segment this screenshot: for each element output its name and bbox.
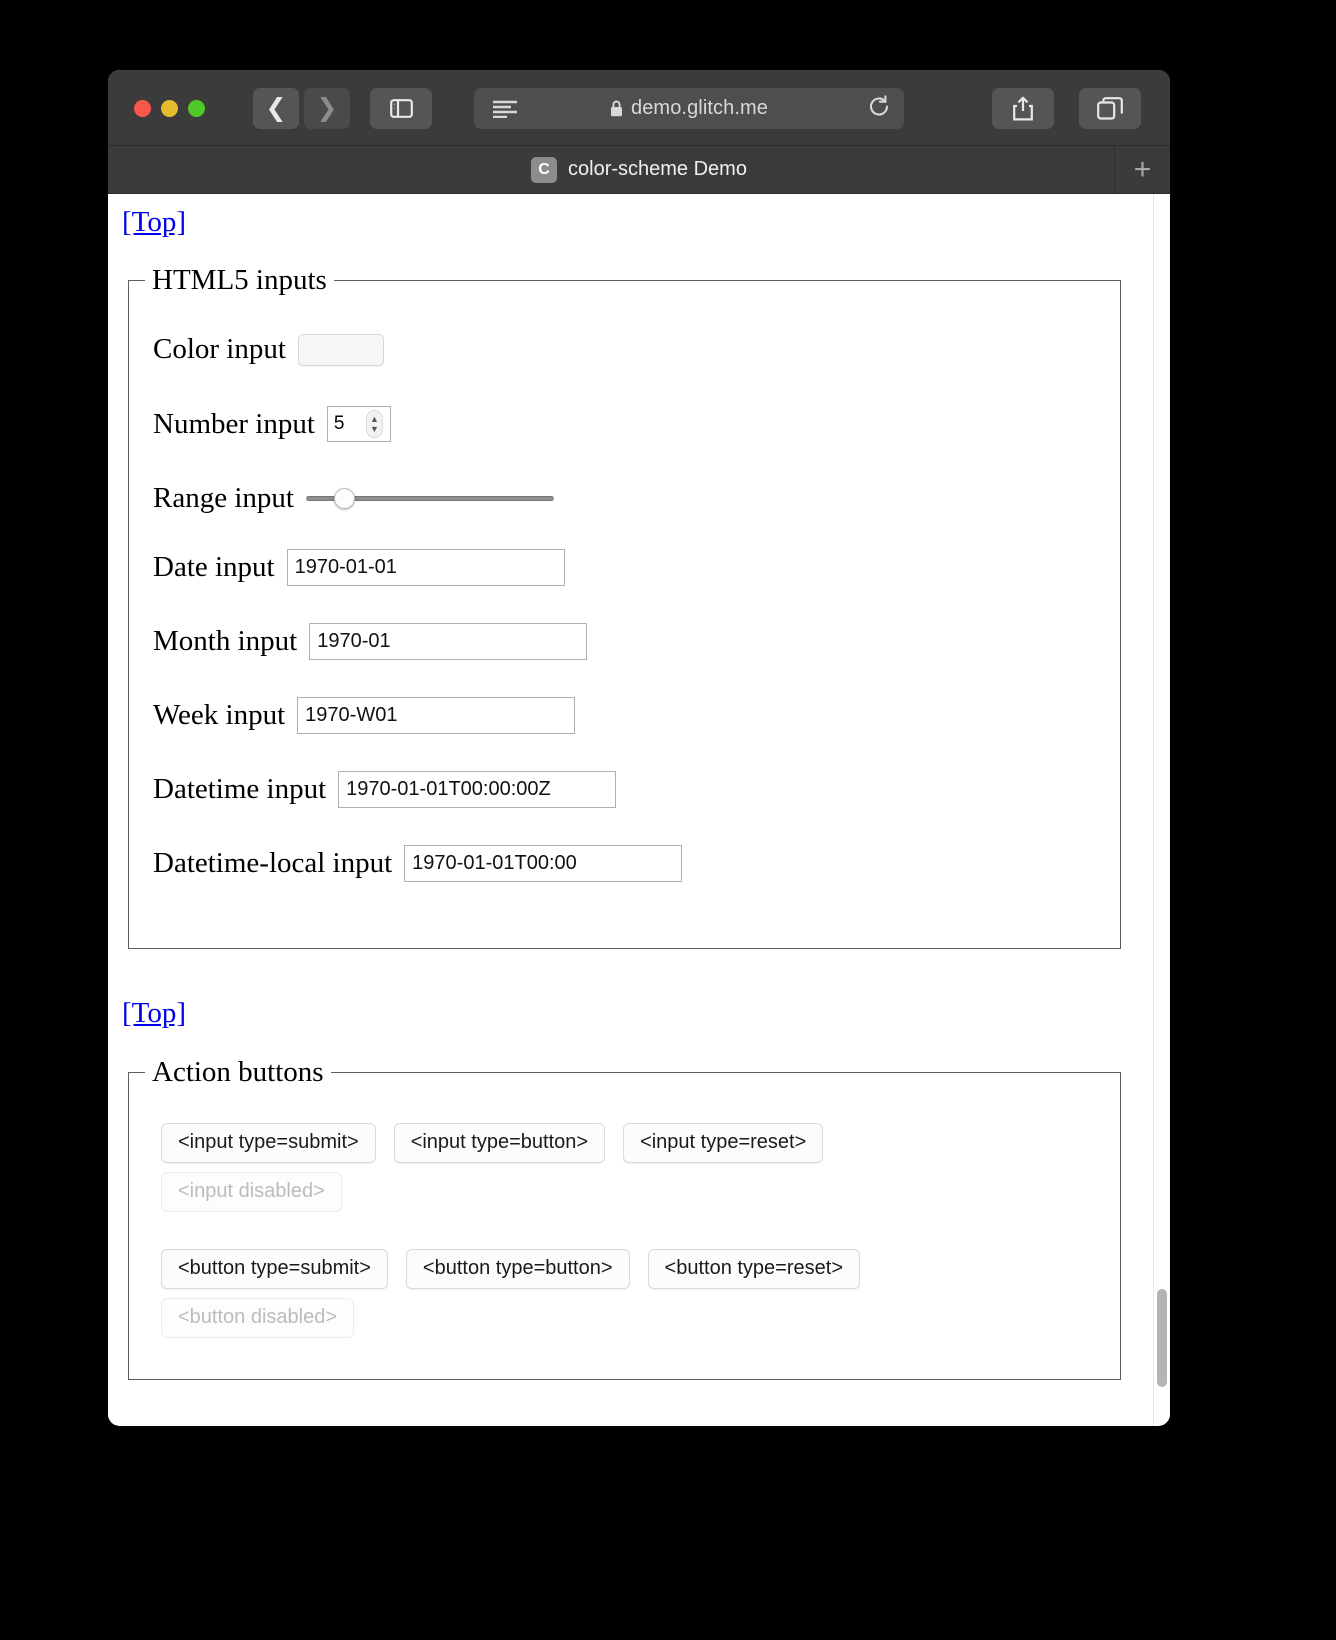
datetime-input[interactable]: 1970-01-01T00:00:00Z [338,771,617,808]
date-input-value: 1970-01-01 [294,556,397,578]
number-input-value: 5 [333,413,345,434]
sidebar-toggle-icon [389,99,413,118]
reader-view-icon [493,100,517,118]
label-number-input: Number input [153,407,315,440]
fieldset-html5-inputs: HTML5 inputs Color input Number input 5 … [128,264,1121,949]
date-input[interactable]: 1970-01-01 [286,549,565,586]
page-viewport: [Top] HTML5 inputs Color input Number in… [108,194,1170,1425]
color-input[interactable] [297,333,384,366]
input-disabled-button: <input disabled> [161,1172,342,1212]
range-thumb[interactable] [333,488,355,509]
share-icon [1013,96,1033,121]
input-reset-button[interactable]: <input type=reset> [623,1123,824,1163]
page-scrollbar-thumb[interactable] [1157,1289,1167,1387]
button-disabled-button: <button disabled> [161,1298,355,1338]
browser-toolbar: ❮ ❯ demo.glitch.me [108,70,1170,146]
label-datetime-local-input: Datetime-local input [153,847,393,879]
maximize-window-button[interactable] [188,100,205,117]
number-stepper[interactable]: ▲ ▼ [365,410,383,438]
row-date-input: Date input 1970-01-01 [153,549,1120,586]
tab-title: color-scheme Demo [568,158,747,180]
row-week-input: Week input 1970-W01 [153,697,1120,734]
button-button-button[interactable]: <button type=button> [405,1249,630,1289]
range-input[interactable] [305,488,554,510]
address-bar[interactable]: demo.glitch.me [474,88,904,129]
label-range-input: Range input [153,482,294,514]
top-anchor-link-2[interactable]: [Top] [122,997,186,1030]
datetime-local-input-value: 1970-01-01T00:00 [412,852,577,874]
label-datetime-input: Datetime input [153,773,327,805]
browser-window: ❮ ❯ demo.glitch.me C color-scheme Demo +… [108,70,1170,1426]
new-tab-button[interactable]: + [1114,146,1170,193]
tab-color-scheme-demo[interactable]: C color-scheme Demo [531,156,747,183]
number-input[interactable]: 5 ▲ ▼ [326,406,391,442]
address-bar-url: demo.glitch.me [630,97,768,119]
reload-button[interactable] [868,94,890,122]
button-disabled-row: <button disabled> [161,1298,1120,1338]
input-button-button[interactable]: <input type=button> [393,1123,606,1163]
chevron-left-icon: ❮ [265,94,287,122]
address-bar-text: demo.glitch.me [610,97,768,120]
input-disabled-row: <input disabled> [161,1172,1120,1212]
lock-icon [610,100,622,117]
page-content: [Top] HTML5 inputs Color input Number in… [108,194,1153,1425]
fieldset-legend-html5-inputs: HTML5 inputs [152,264,327,296]
label-month-input: Month input [153,625,298,657]
row-datetime-input: Datetime input 1970-01-01T00:00:00Z [153,771,1120,808]
stepper-up-icon: ▲ [369,414,379,424]
input-buttons-row: <input type=submit> <input type=button> … [161,1123,1120,1163]
favicon: C [531,156,558,183]
row-datetime-local-input: Datetime-local input 1970-01-01T00:00 [153,845,1120,882]
share-button[interactable] [992,88,1054,129]
row-month-input: Month input 1970-01 [153,623,1120,660]
sidebar-toggle-button[interactable] [370,88,432,129]
minimize-window-button[interactable] [161,100,178,117]
fieldset-action-buttons: Action buttons <input type=submit> <inpu… [128,1056,1121,1380]
stepper-down-icon: ▼ [369,424,379,434]
plus-icon: + [1133,152,1152,186]
reader-view-button[interactable] [483,88,527,129]
week-input[interactable]: 1970-W01 [297,697,576,734]
month-input-value: 1970-01 [317,630,391,652]
close-window-button[interactable] [134,100,151,117]
label-color-input: Color input [153,333,286,365]
button-reset-button[interactable]: <button type=reset> [647,1249,860,1289]
fieldset-legend-action-buttons: Action buttons [152,1056,324,1088]
datetime-local-input[interactable]: 1970-01-01T00:00 [404,845,683,882]
month-input[interactable]: 1970-01 [309,623,588,660]
row-number-input: Number input 5 ▲ ▼ [153,406,1120,442]
label-date-input: Date input [153,551,275,583]
week-input-value: 1970-W01 [305,704,398,726]
button-elements-row: <button type=submit> <button type=button… [161,1249,1120,1289]
forward-button[interactable]: ❯ [304,88,350,129]
row-color-input: Color input [153,333,1120,366]
tab-overview-icon [1097,97,1123,120]
tab-bar: C color-scheme Demo + [108,146,1170,194]
page-scrollbar-track[interactable] [1153,194,1170,1425]
tab-overview-button[interactable] [1079,88,1141,129]
label-week-input: Week input [153,699,286,731]
top-anchor-link-1[interactable]: [Top] [122,206,186,239]
datetime-input-value: 1970-01-01T00:00:00Z [346,778,551,800]
chevron-right-icon: ❯ [316,94,338,122]
button-submit-button[interactable]: <button type=submit> [161,1249,388,1289]
reload-icon [869,94,889,115]
back-button[interactable]: ❮ [253,88,299,129]
input-submit-button[interactable]: <input type=submit> [161,1123,376,1163]
row-range-input: Range input [153,482,1120,515]
